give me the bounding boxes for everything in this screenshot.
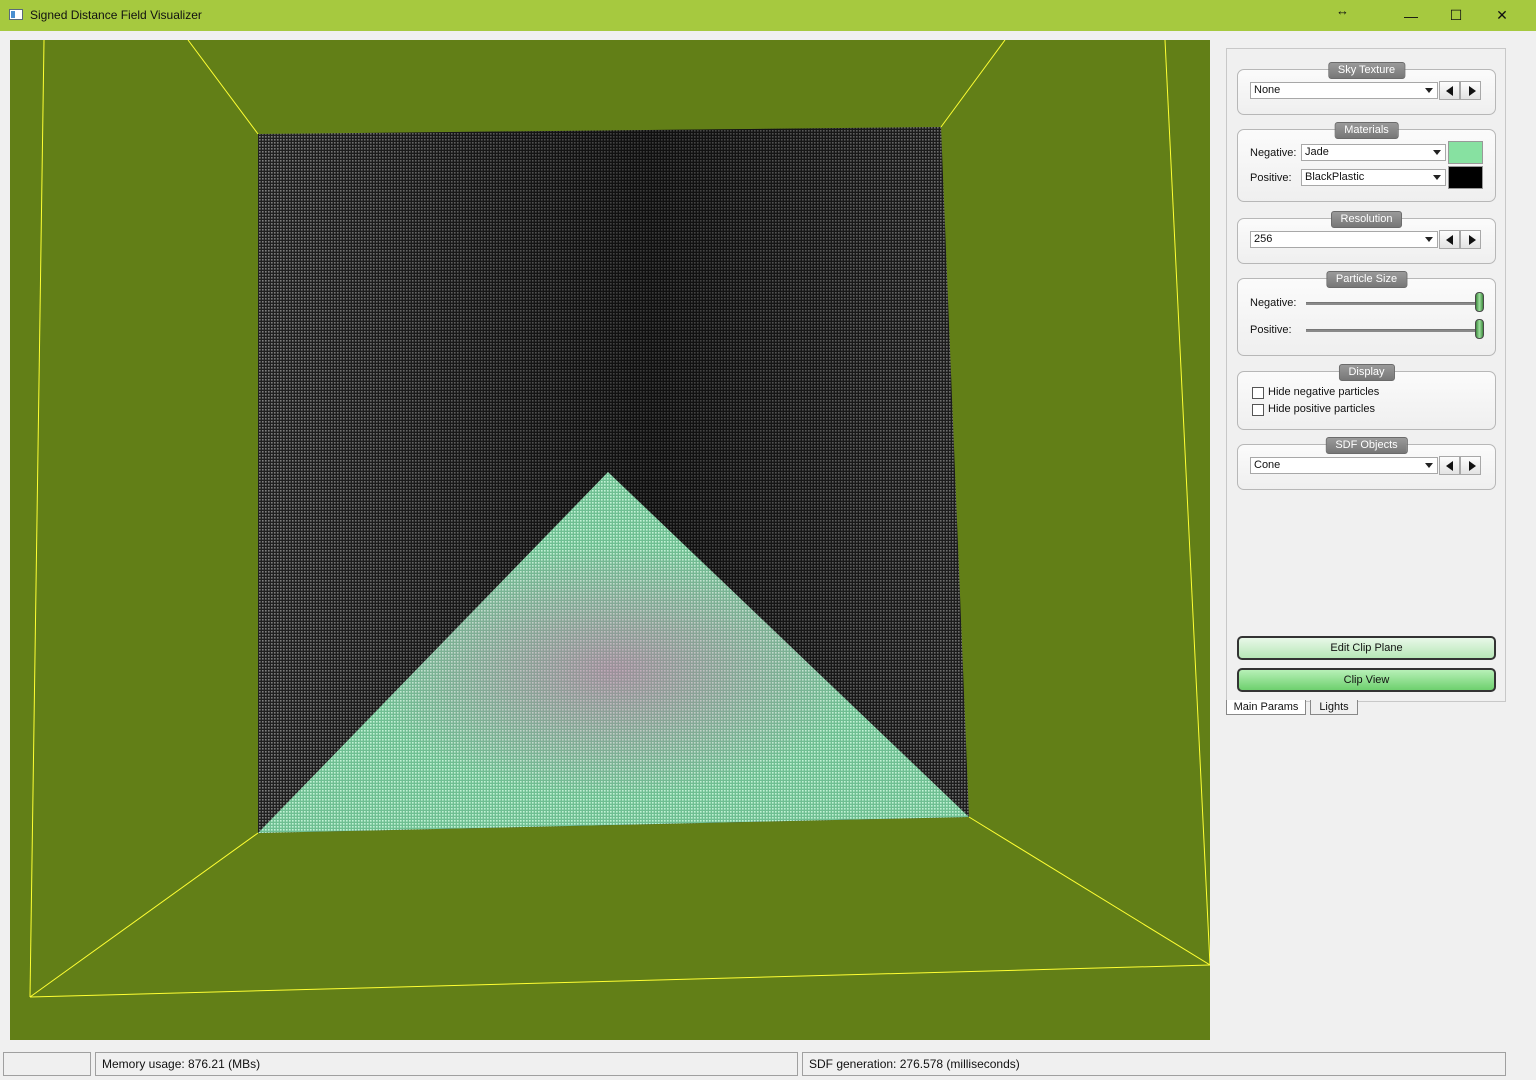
- arrow-left-icon: [1446, 86, 1453, 96]
- positive-material-value: BlackPlastic: [1305, 171, 1365, 183]
- chevron-down-icon: [1433, 150, 1441, 155]
- sky-texture-group: Sky Texture None: [1237, 62, 1496, 115]
- positive-material-label: Positive:: [1250, 172, 1292, 184]
- negative-size-label: Negative:: [1250, 297, 1297, 309]
- negative-material-label: Negative:: [1250, 147, 1297, 159]
- hide-negative-checkbox[interactable]: [1252, 387, 1264, 399]
- sky-texture-select[interactable]: None: [1250, 82, 1438, 99]
- display-group: Display Hide negative particles Hide pos…: [1237, 364, 1496, 430]
- hide-negative-label[interactable]: Hide negative particles: [1268, 386, 1379, 398]
- sky-texture-title: Sky Texture: [1327, 62, 1406, 79]
- tab-lights[interactable]: Lights: [1310, 700, 1358, 715]
- maximize-icon: ☐: [1449, 7, 1463, 23]
- status-bar: Memory usage: 876.21 (MBs) SDF generatio…: [0, 1048, 1536, 1080]
- render-viewport[interactable]: [10, 40, 1210, 1040]
- positive-color-swatch[interactable]: [1448, 166, 1483, 189]
- arrow-right-icon: [1469, 461, 1476, 471]
- clip-view-button[interactable]: Clip View: [1237, 668, 1496, 692]
- materials-title: Materials: [1334, 122, 1399, 139]
- arrow-right-icon: [1469, 86, 1476, 96]
- negative-color-swatch[interactable]: [1448, 141, 1483, 164]
- status-progress-cell: [3, 1052, 91, 1076]
- negative-material-value: Jade: [1305, 146, 1329, 158]
- hide-positive-checkbox[interactable]: [1252, 404, 1264, 416]
- arrow-right-icon: [1469, 235, 1476, 245]
- arrow-left-icon: [1446, 461, 1453, 471]
- sdf-object-value: Cone: [1254, 459, 1281, 471]
- resize-horizontal-icon: ↔: [1336, 3, 1349, 18]
- display-title: Display: [1338, 364, 1395, 381]
- hide-positive-label[interactable]: Hide positive particles: [1268, 403, 1375, 415]
- positive-size-label: Positive:: [1250, 324, 1292, 336]
- sky-texture-next-button[interactable]: [1460, 81, 1481, 100]
- sky-texture-prev-button[interactable]: [1439, 81, 1460, 100]
- title-bar: Signed Distance Field Visualizer ↔ — ☐ ✕: [0, 0, 1536, 31]
- sdf-render: [29, 40, 1210, 998]
- resolution-group: Resolution 256: [1237, 211, 1496, 264]
- resolution-title: Resolution: [1330, 211, 1403, 228]
- chevron-down-icon: [1433, 175, 1441, 180]
- arrow-left-icon: [1446, 235, 1453, 245]
- memory-usage-status: Memory usage: 876.21 (MBs): [95, 1052, 798, 1076]
- chevron-down-icon: [1425, 88, 1433, 93]
- negative-size-slider[interactable]: [1306, 302, 1484, 305]
- tab-main-params[interactable]: Main Params: [1226, 700, 1306, 715]
- edit-clip-plane-button[interactable]: Edit Clip Plane: [1237, 636, 1496, 660]
- particle-size-title: Particle Size: [1325, 271, 1408, 288]
- materials-group: Materials Negative: Jade Positive: Black…: [1237, 122, 1496, 202]
- resolution-select[interactable]: 256: [1250, 231, 1438, 248]
- particle-size-group: Particle Size Negative: Positive:: [1237, 271, 1496, 356]
- positive-material-select[interactable]: BlackPlastic: [1301, 169, 1446, 186]
- resolution-value: 256: [1254, 233, 1273, 245]
- positive-size-slider-handle[interactable]: [1475, 319, 1484, 339]
- minimize-button[interactable]: —: [1388, 0, 1434, 31]
- chevron-down-icon: [1425, 463, 1433, 468]
- sky-texture-value: None: [1254, 84, 1281, 96]
- sdf-object-select[interactable]: Cone: [1250, 457, 1438, 474]
- minimize-icon: —: [1404, 7, 1418, 24]
- sdf-object-next-button[interactable]: [1460, 456, 1481, 475]
- close-icon: ✕: [1496, 7, 1508, 23]
- sdf-object-prev-button[interactable]: [1439, 456, 1460, 475]
- resolution-prev-button[interactable]: [1439, 230, 1460, 249]
- app-window-icon[interactable]: [9, 9, 23, 20]
- resolution-next-button[interactable]: [1460, 230, 1481, 249]
- negative-material-select[interactable]: Jade: [1301, 144, 1446, 161]
- chevron-down-icon: [1425, 237, 1433, 242]
- sdf-objects-title: SDF Objects: [1325, 437, 1408, 454]
- close-button[interactable]: ✕: [1479, 0, 1525, 31]
- maximize-button[interactable]: ☐: [1433, 0, 1479, 31]
- positive-size-slider[interactable]: [1306, 329, 1484, 332]
- sdf-generation-status: SDF generation: 276.578 (milliseconds): [802, 1052, 1506, 1076]
- main-params-panel: Sky Texture None Materials Negative: Jad…: [1226, 48, 1506, 702]
- negative-size-slider-handle[interactable]: [1475, 292, 1484, 312]
- window-title: Signed Distance Field Visualizer: [30, 8, 202, 22]
- sdf-objects-group: SDF Objects Cone: [1237, 437, 1496, 490]
